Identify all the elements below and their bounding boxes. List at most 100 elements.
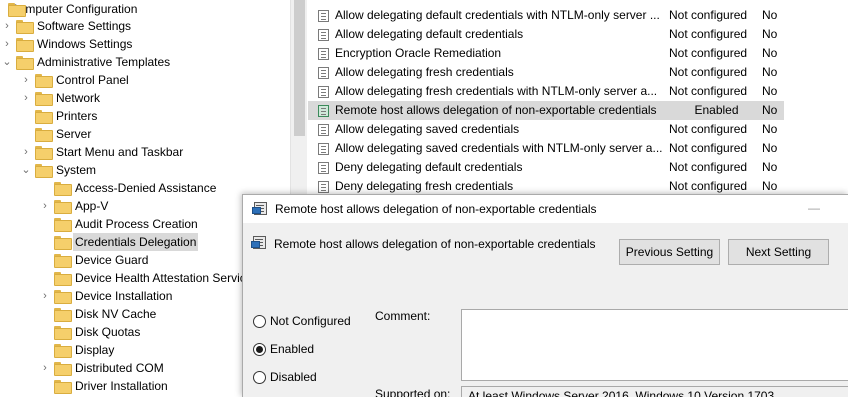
folder-icon [35, 92, 53, 106]
tree-item-network[interactable]: › Network [21, 89, 100, 107]
policy-setting-icon [318, 86, 329, 98]
tree-chevron[interactable] [0, 0, 4, 18]
list-item[interactable]: Encryption Oracle Remediation Not config… [308, 44, 784, 63]
tree-item-label: Computer Configuration [10, 2, 138, 16]
folder-icon [54, 254, 72, 268]
folder-icon [16, 56, 34, 70]
policy-setting-icon [318, 181, 329, 193]
disabled-radio[interactable]: Disabled [253, 369, 317, 385]
folder-icon [54, 308, 72, 322]
tree-item-label: Distributed COM [75, 361, 164, 375]
tree-item-device-installation[interactable]: › Device Installation [40, 287, 172, 305]
folder-icon [16, 20, 34, 34]
previous-setting-button[interactable]: Previous Setting [619, 239, 720, 265]
tree-item-app-v[interactable]: › App-V [40, 197, 108, 215]
tree-item-label: Network [56, 91, 101, 105]
tree-item-distributed-com[interactable]: › Distributed COM [40, 359, 164, 377]
tree-item-label: Device Installation [75, 289, 173, 303]
tree-item-control-panel[interactable]: › Control Panel [21, 71, 129, 89]
tree-item-windows-settings[interactable]: › Windows Settings [2, 35, 132, 53]
policy-name: Allow delegating saved credentials with … [335, 141, 663, 155]
tree-item-label: Administrative Templates [37, 55, 171, 69]
chevron-right-icon[interactable]: › [2, 17, 12, 35]
not-configured-radio[interactable]: Not Configured [253, 313, 351, 329]
chevron-right-icon[interactable]: › [40, 359, 50, 377]
minimize-icon[interactable]: — [807, 201, 821, 215]
list-item[interactable]: Deny delegating default credentials Not … [308, 158, 784, 177]
next-setting-button[interactable]: Next Setting [728, 239, 829, 265]
list-item[interactable]: Allow delegating default credentials Not… [308, 25, 784, 44]
policy-setting-icon [252, 202, 268, 216]
tree-item-label: Software Settings [37, 19, 132, 33]
list-item-selected[interactable]: Remote host allows delegation of non-exp… [308, 101, 784, 120]
dialog-titlebar[interactable]: Remote host allows delegation of non-exp… [243, 195, 848, 223]
chevron-right-icon[interactable]: › [2, 35, 12, 53]
policy-name: Allow delegating fresh credentials with … [335, 84, 658, 98]
tree-item-printers[interactable]: Printers [21, 107, 97, 125]
tree-item-display[interactable]: Display [40, 341, 114, 359]
tree-item-software-settings[interactable]: › Software Settings [2, 17, 131, 35]
tree-item-administrative-templates[interactable]: ⌄ Administrative Templates [2, 53, 170, 71]
tree-item-disk-nv-cache[interactable]: Disk NV Cache [40, 305, 156, 323]
tree-scrollbar-thumb[interactable] [294, 0, 305, 136]
radio-button[interactable] [253, 342, 266, 356]
chevron-down-icon[interactable]: ⌄ [2, 53, 12, 71]
radio-button[interactable] [253, 370, 266, 384]
policy-state: Not configured [669, 65, 748, 79]
policy-setting-icon [318, 143, 329, 155]
tree-item-label: Start Menu and Taskbar [56, 145, 184, 159]
tree-item-access-denied-assistance[interactable]: Access-Denied Assistance [40, 179, 216, 197]
tree-item-disk-quotas[interactable]: Disk Quotas [40, 323, 140, 341]
comment-label: Comment: [375, 309, 431, 323]
folder-icon [54, 326, 72, 340]
tree-item-audit-process-creation[interactable]: Audit Process Creation [40, 215, 198, 233]
tree-item-label: Printers [56, 109, 98, 123]
tree-item-driver-installation[interactable]: Driver Installation [40, 377, 168, 395]
policy-comment: No [762, 122, 778, 136]
policy-state: Not configured [669, 122, 748, 136]
tree-item-label: System [56, 163, 97, 177]
policy-state: Not configured [669, 141, 748, 155]
tree-item-system[interactable]: ⌄ System [21, 161, 96, 179]
policy-setting-icon [318, 48, 329, 60]
policy-name: Allow delegating default credentials wit… [335, 8, 660, 22]
tree-item-credentials-delegation[interactable]: Credentials Delegation [40, 233, 199, 251]
radio-label: Disabled [270, 370, 317, 384]
policy-setting-dialog: Remote host allows delegation of non-exp… [242, 194, 848, 397]
chevron-right-icon[interactable]: › [21, 89, 31, 107]
policy-name: Deny delegating default credentials [335, 160, 523, 174]
policy-comment: No [762, 84, 778, 98]
list-item[interactable]: Allow delegating saved credentials Not c… [308, 120, 784, 139]
enabled-radio[interactable]: Enabled [253, 341, 314, 357]
tree-item-computer-configuration[interactable]: Computer Configuration [0, 0, 137, 18]
list-item[interactable]: Allow delegating saved credentials with … [308, 139, 784, 158]
radio-button[interactable] [253, 314, 266, 328]
folder-icon [54, 272, 72, 286]
chevron-right-icon[interactable]: › [40, 287, 50, 305]
tree-item-server[interactable]: Server [21, 125, 91, 143]
chevron-down-icon[interactable]: ⌄ [21, 161, 31, 179]
policy-name: Allow delegating fresh credentials [335, 65, 514, 79]
supported-on-field: At least Windows Server 2016, Windows 10… [461, 386, 848, 397]
policy-comment: No [762, 8, 778, 22]
list-item[interactable]: Allow delegating fresh credentials Not c… [308, 63, 784, 82]
dialog-body: Remote host allows delegation of non-exp… [243, 223, 848, 397]
tree-item-label: Driver Installation [75, 379, 168, 393]
policy-state: Not configured [669, 160, 748, 174]
chevron-right-icon[interactable]: › [21, 143, 31, 161]
chevron-right-icon[interactable]: › [21, 71, 31, 89]
folder-icon [54, 182, 72, 196]
folder-icon [54, 236, 72, 250]
policy-setting-icon [318, 162, 329, 174]
tree-item-start-menu-and-taskbar[interactable]: › Start Menu and Taskbar [21, 143, 183, 161]
chevron-right-icon[interactable]: › [40, 197, 50, 215]
tree-item-device-guard[interactable]: Device Guard [40, 251, 148, 269]
comment-field[interactable] [461, 309, 848, 381]
policy-setting-icon [318, 29, 329, 41]
policy-setting-icon [318, 67, 329, 79]
policy-state: Not configured [669, 84, 748, 98]
tree-item-device-health-attestation[interactable]: Device Health Attestation Servic [40, 269, 246, 287]
list-item[interactable]: Allow delegating default credentials wit… [308, 6, 784, 25]
list-item[interactable]: Allow delegating fresh credentials with … [308, 82, 784, 101]
policy-setting-icon [318, 10, 329, 22]
